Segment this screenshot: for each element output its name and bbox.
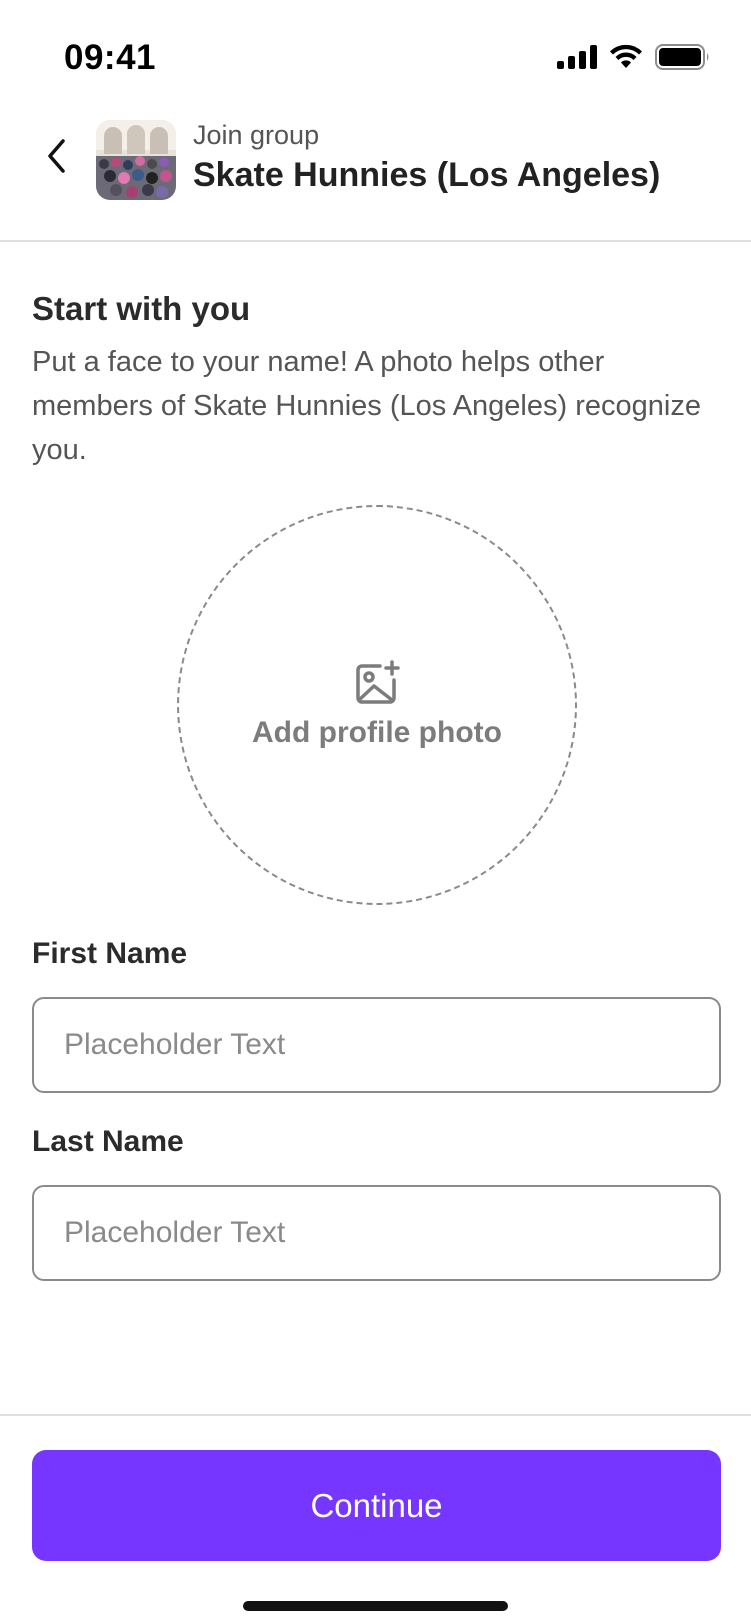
- header-subtitle: Join group: [193, 120, 320, 150]
- group-title: Skate Hunnies (Los Angeles): [193, 156, 661, 194]
- status-time: 09:41: [64, 38, 157, 77]
- last-name-label: Last Name: [32, 1125, 184, 1158]
- group-thumbnail: [96, 120, 176, 200]
- battery-icon: [655, 44, 711, 75]
- chevron-left-icon: [44, 136, 68, 181]
- back-button[interactable]: [36, 132, 76, 184]
- status-icons: [557, 44, 711, 75]
- header: Join group Skate Hunnies (Los Angeles): [0, 110, 751, 242]
- continue-button[interactable]: Continue: [32, 1450, 721, 1561]
- home-indicator: [243, 1601, 508, 1611]
- add-profile-photo-label: Add profile photo: [252, 716, 502, 749]
- add-image-icon: [354, 660, 400, 706]
- add-profile-photo-button[interactable]: Add profile photo: [177, 505, 577, 905]
- section-title: Start with you: [32, 290, 251, 327]
- last-name-field[interactable]: [32, 1185, 721, 1281]
- status-bar: 09:41: [0, 0, 751, 110]
- wifi-icon: [609, 44, 643, 75]
- footer: Continue: [0, 1414, 751, 1624]
- first-name-field[interactable]: [32, 997, 721, 1093]
- signal-icon: [557, 45, 597, 74]
- section-description: Put a face to your name! A photo helps o…: [32, 346, 701, 466]
- first-name-label: First Name: [32, 937, 188, 970]
